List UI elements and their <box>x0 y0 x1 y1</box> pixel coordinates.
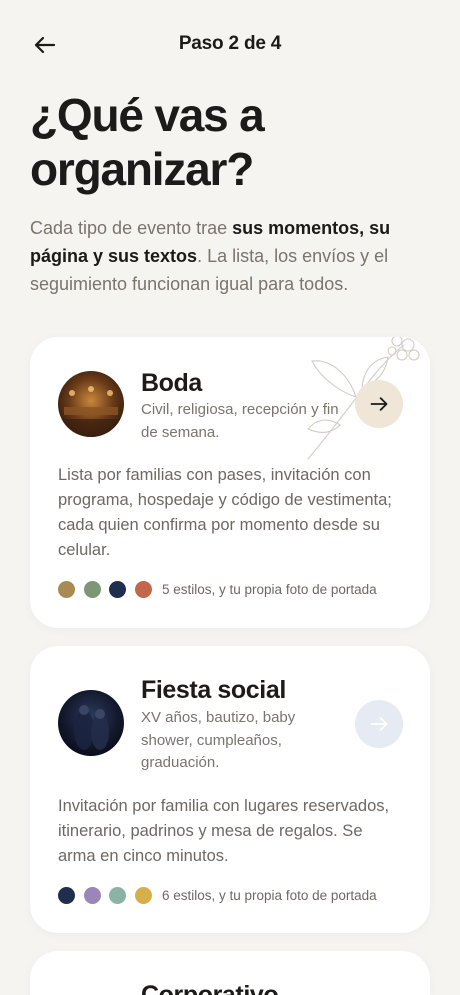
swatch <box>109 581 126 598</box>
step-indicator: Paso 2 de 4 <box>178 33 282 54</box>
card-title: Fiesta social <box>141 676 286 704</box>
swatch <box>134 887 152 904</box>
styles-count-text: 5 estilos, y tu propia foto de portada <box>162 582 377 597</box>
boda-photo <box>58 371 124 437</box>
select-fiesta-social-button[interactable] <box>355 700 403 748</box>
style-swatches: 5 estilos, y tu propia foto de portada <box>58 581 377 598</box>
swatch <box>83 581 101 598</box>
card-description: Lista por familias con pases, invitación… <box>58 466 392 559</box>
event-card-boda[interactable]: Boda Civil, religiosa, recepción y fin d… <box>30 337 430 628</box>
card-subtitle: Civil, religiosa, recepción y fin de sem… <box>141 401 339 441</box>
card-title: Boda <box>141 369 202 397</box>
swatch <box>134 581 152 598</box>
arrow-right-icon <box>370 717 388 731</box>
select-boda-button[interactable] <box>355 380 403 428</box>
swatch <box>83 887 101 904</box>
intro-pre: Cada tipo de evento trae <box>30 218 233 238</box>
fiesta-photo <box>58 690 124 756</box>
top-bar: Paso 2 de 4 <box>0 0 460 90</box>
style-swatches: 6 estilos, y tu propia foto de portada <box>58 887 377 904</box>
swatch <box>58 581 75 598</box>
event-card-corporativo[interactable]: Corporativo <box>30 951 430 995</box>
swatch <box>58 887 75 904</box>
arrow-right-icon <box>370 397 388 411</box>
swatch <box>109 887 126 904</box>
page-title: ¿Qué vas a organizar? <box>30 89 265 195</box>
styles-count-text: 6 estilos, y tu propia foto de portada <box>162 888 377 903</box>
event-card-fiesta-social[interactable]: Fiesta social XV años, bautizo, baby sho… <box>30 646 430 933</box>
card-subtitle: XV años, bautizo, baby shower, cumpleaño… <box>141 709 296 771</box>
card-title: Corporativo <box>141 981 279 995</box>
intro-text: Cada tipo de evento trae sus momentos, s… <box>30 214 430 298</box>
card-description: Invitación por familia con lugares reser… <box>58 797 390 865</box>
